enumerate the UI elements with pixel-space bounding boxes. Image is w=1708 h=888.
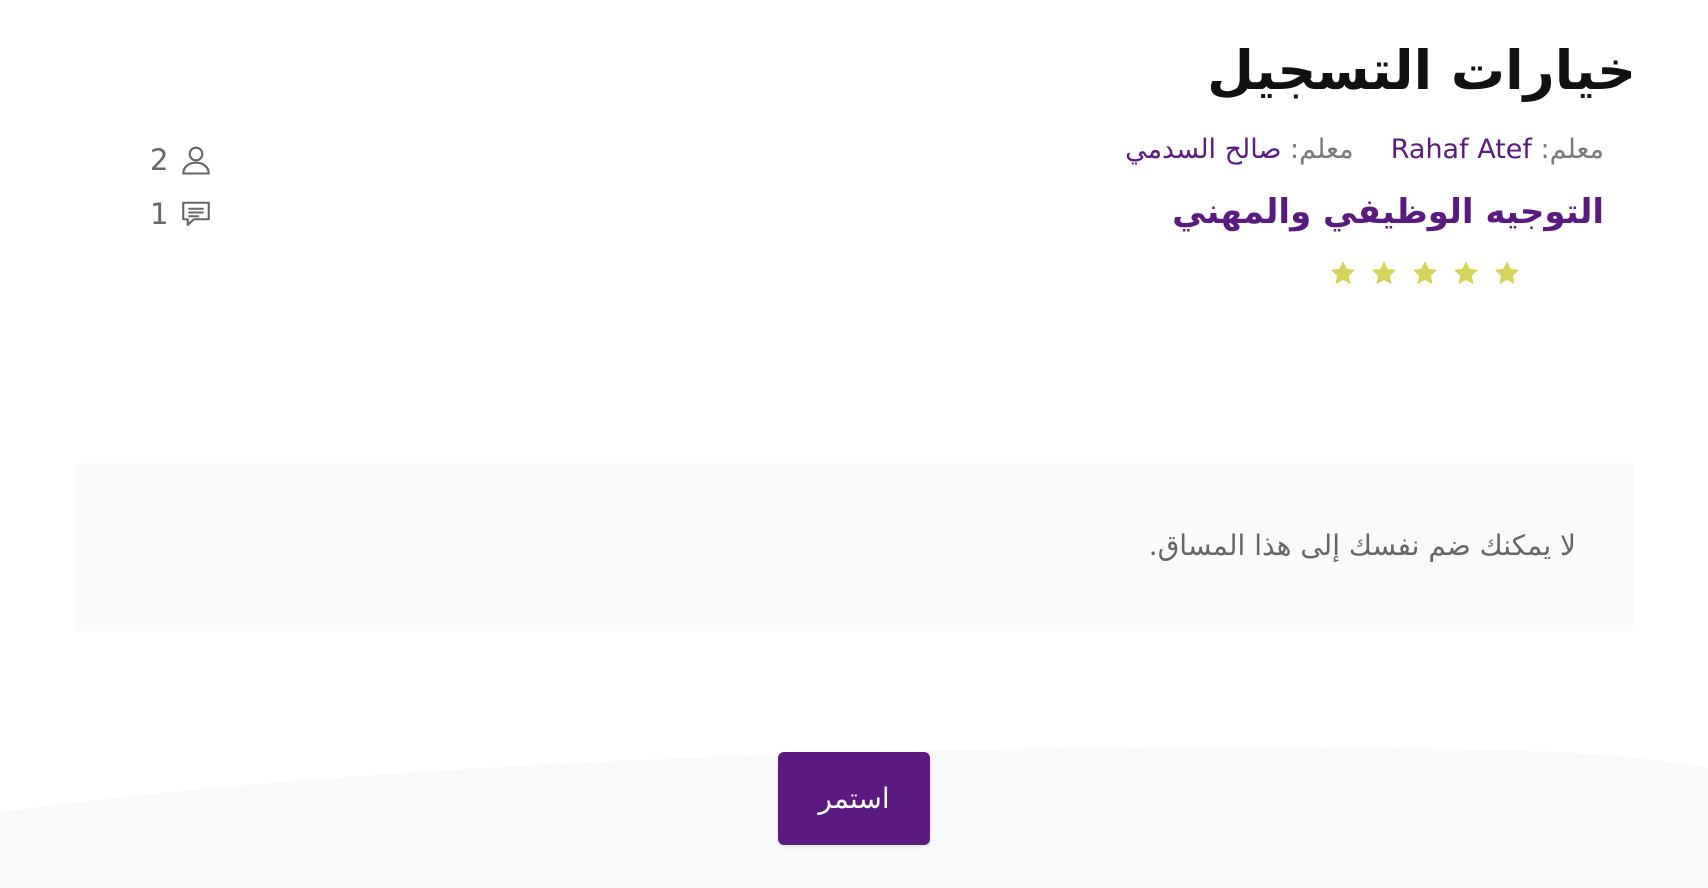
course-rating [1328, 258, 1522, 288]
instructor-label: معلم: [1290, 134, 1354, 165]
star-icon [1494, 261, 1520, 285]
comments-stat: 1 [150, 187, 240, 241]
participants-count: 2 [150, 143, 169, 177]
course-stats: 2 1 [150, 133, 240, 241]
star-icon [1371, 261, 1397, 285]
user-icon [182, 146, 210, 175]
star-icon [1453, 261, 1479, 285]
continue-button[interactable]: استمر [778, 752, 930, 845]
course-name-link[interactable]: التوجيه الوظيفي والمهني [1172, 186, 1604, 238]
participants-stat: 2 [150, 133, 240, 187]
instructor-link[interactable]: Rahaf Atef [1391, 134, 1532, 165]
instructor-label: معلم: [1540, 134, 1605, 165]
comment-icon [182, 201, 210, 226]
course-instructors: معلم: Rahaf Atef معلم: صالح السدمي [1125, 130, 1604, 170]
star-icon [1412, 261, 1438, 285]
star-icon [1330, 261, 1356, 285]
page-title: خيارات التسجيل [1207, 39, 1636, 102]
instructor-link[interactable]: صالح السدمي [1125, 134, 1281, 165]
enrolment-notice: لا يمكنك ضم نفسك إلى هذا المساق. [74, 463, 1634, 631]
notice-text: لا يمكنك ضم نفسك إلى هذا المساق. [1148, 529, 1576, 562]
comments-count: 1 [150, 197, 169, 231]
